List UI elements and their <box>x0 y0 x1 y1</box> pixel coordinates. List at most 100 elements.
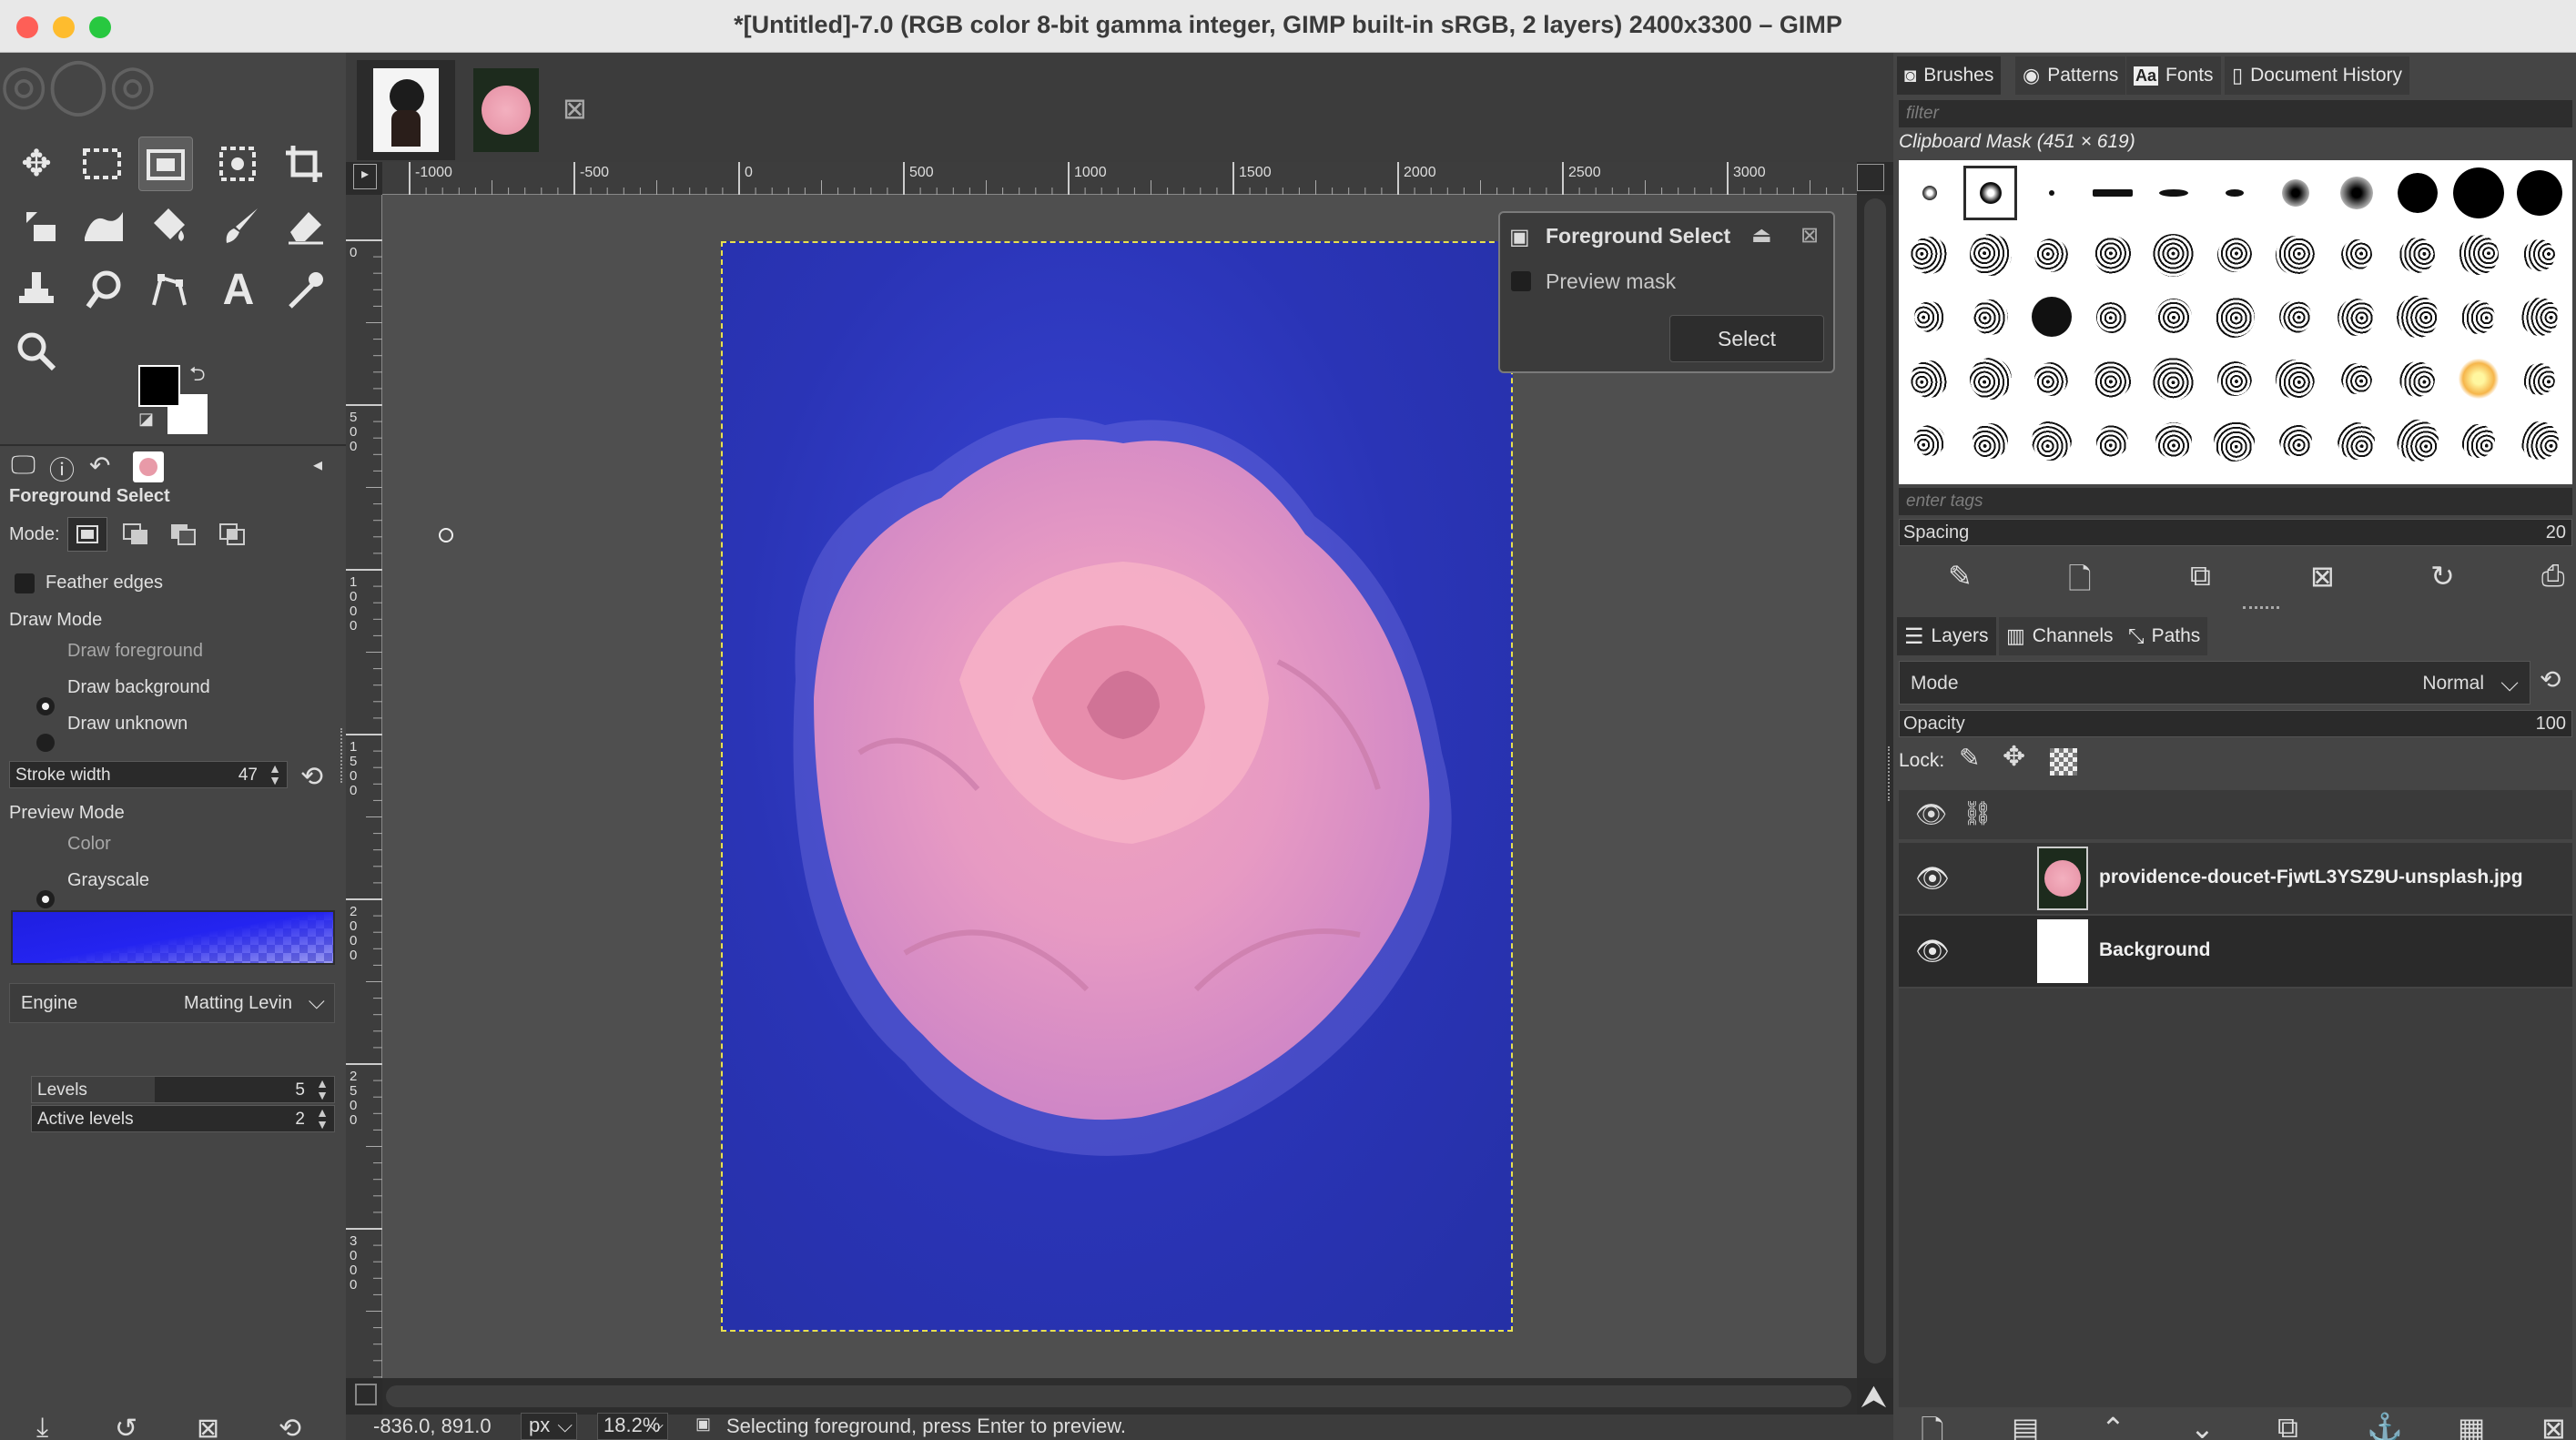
move-tool-icon[interactable]: ✥ <box>9 137 64 191</box>
device-status-tab-icon[interactable]: ⓘ <box>49 451 75 487</box>
clone-tool-icon[interactable] <box>9 262 64 317</box>
brush-preview[interactable] <box>2207 166 2261 220</box>
smudge-tool-icon[interactable] <box>76 262 131 317</box>
brush-preview[interactable] <box>2451 413 2505 468</box>
brush-preview[interactable] <box>2146 166 2200 220</box>
fuzzy-select-tool-icon[interactable] <box>211 137 266 191</box>
brush-preview[interactable] <box>2390 228 2444 282</box>
rect-select-tool-icon[interactable] <box>75 137 129 191</box>
brush-preview[interactable] <box>2268 228 2322 282</box>
eye-icon[interactable]: 👁 <box>1915 863 1950 895</box>
brush-preview[interactable] <box>2146 413 2200 468</box>
brush-preview[interactable] <box>2512 289 2566 344</box>
brush-filter-input[interactable]: filter <box>1899 100 2572 127</box>
reset-mode-icon[interactable]: ⟲ <box>2540 664 2561 695</box>
brush-preview[interactable] <box>2085 289 2139 344</box>
warp-tool-icon[interactable] <box>76 198 131 253</box>
select-button[interactable]: Select <box>1669 315 1824 362</box>
brush-preview[interactable] <box>1963 413 2017 468</box>
vertical-scroll-thumb[interactable] <box>1864 198 1886 1364</box>
brush-preview[interactable] <box>2329 166 2383 220</box>
brush-preview[interactable] <box>2451 351 2505 406</box>
spacing-spinner[interactable]: Spacing 20 <box>1899 519 2572 546</box>
mask-color-button[interactable] <box>11 910 335 965</box>
brush-preview[interactable] <box>2207 351 2261 406</box>
mask-layer-icon[interactable]: ▦ <box>2458 1411 2485 1440</box>
bucket-fill-tool-icon[interactable] <box>142 198 197 253</box>
image-with-mask-overlay[interactable] <box>721 241 1513 1332</box>
brush-preview[interactable] <box>1902 289 1956 344</box>
brush-preview[interactable] <box>2329 413 2383 468</box>
brush-preview[interactable] <box>1902 166 1956 220</box>
delete-brush-icon[interactable]: ⊠ <box>2310 559 2335 593</box>
brush-preview[interactable] <box>2268 166 2322 220</box>
duplicate-layer-icon[interactable]: ⧉ <box>2277 1411 2298 1440</box>
lock-pixels-icon[interactable]: ✎ <box>1959 743 1980 773</box>
brush-preview[interactable] <box>2329 289 2383 344</box>
images-tab-icon[interactable] <box>133 451 164 482</box>
eye-icon[interactable]: 👁 <box>1915 936 1950 968</box>
delete-options-icon[interactable]: ⊠ <box>197 1413 219 1440</box>
brush-preview[interactable] <box>2024 166 2078 220</box>
brush-preview[interactable] <box>2268 289 2322 344</box>
mode-intersect-button[interactable] <box>215 519 251 550</box>
brush-preview[interactable] <box>1963 166 2017 220</box>
brush-preview[interactable] <box>2146 351 2200 406</box>
navigate-icon[interactable]: ⮝ <box>1861 1380 1887 1415</box>
brush-preview[interactable] <box>2451 228 2505 282</box>
swap-colors-icon[interactable]: ⮌ <box>189 359 206 393</box>
brush-preview[interactable] <box>2085 351 2139 406</box>
brush-preview[interactable] <box>1902 228 1956 282</box>
feather-edges-checkbox[interactable] <box>15 573 35 593</box>
delete-layer-icon[interactable]: ⊠ <box>2541 1411 2566 1440</box>
horizontal-scrollbar[interactable] <box>382 1378 1857 1415</box>
brush-preview[interactable] <box>2146 228 2200 282</box>
paintbrush-tool-icon[interactable] <box>215 198 269 253</box>
lock-alpha-icon[interactable] <box>2050 748 2077 776</box>
tab-patterns[interactable]: ◉ Patterns <box>2015 56 2126 95</box>
brush-preview[interactable] <box>2512 351 2566 406</box>
opacity-spinner[interactable]: Opacity 100 <box>1899 710 2572 737</box>
draw-foreground-radio[interactable] <box>36 697 55 715</box>
image-tab-rose[interactable] <box>457 60 555 160</box>
raise-layer-icon[interactable]: ⌃ <box>2101 1411 2125 1440</box>
color-picker-tool-icon[interactable] <box>279 262 333 317</box>
duplicate-brush-icon[interactable]: ⧉ <box>2190 559 2211 593</box>
tab-paths[interactable]: ⤡ Paths <box>2121 617 2208 655</box>
brush-preview[interactable] <box>2390 351 2444 406</box>
quick-mask-corner-icon[interactable]: ▸ <box>353 164 377 189</box>
close-tab-icon[interactable]: ⊠ <box>563 91 587 126</box>
layer-row[interactable]: 👁 Background <box>1899 916 2572 987</box>
brush-preview[interactable] <box>2207 228 2261 282</box>
layer-row[interactable]: 👁 providence-doucet-FjwtL3YSZ9U-unsplash… <box>1899 843 2572 914</box>
unit-select[interactable]: px ⌵ <box>521 1413 577 1440</box>
brush-preview[interactable] <box>2451 289 2505 344</box>
tab-channels[interactable]: ▥ Channels <box>1999 617 2121 655</box>
brush-preview[interactable] <box>2085 413 2139 468</box>
brush-preview[interactable] <box>2024 413 2078 468</box>
edit-brush-icon[interactable]: ✎ <box>1948 559 1973 593</box>
close-dialog-icon[interactable]: ⊠ <box>1800 222 1819 248</box>
spinner-arrows-icon[interactable]: ▲ ▼ <box>316 1077 329 1101</box>
quick-mask-toggle-icon[interactable] <box>355 1384 377 1405</box>
lower-layer-icon[interactable]: ⌄ <box>2190 1411 2215 1440</box>
active-levels-spinner[interactable]: Active levels 2 ▲ ▼ <box>31 1105 335 1132</box>
tool-options-tab-icon[interactable]: 🖵 <box>11 451 35 481</box>
open-as-image-icon[interactable]: ⎙ <box>2541 559 2565 593</box>
text-tool-icon[interactable]: A <box>211 262 266 317</box>
draw-background-radio[interactable] <box>36 734 55 752</box>
restore-options-icon[interactable]: ↺ <box>115 1413 137 1440</box>
default-colors-icon[interactable]: ◪ <box>138 410 154 429</box>
reset-options-icon[interactable]: ⟲ <box>279 1413 301 1440</box>
brush-preview[interactable] <box>1963 289 2017 344</box>
tab-brushes[interactable]: ◙ Brushes <box>1897 56 2002 95</box>
preview-color-radio[interactable] <box>36 890 55 908</box>
stroke-width-spinner[interactable]: Stroke width 47 ▲ ▼ <box>9 761 288 788</box>
brush-preview[interactable] <box>1902 351 1956 406</box>
tags-input[interactable]: enter tags <box>1899 488 2572 515</box>
brush-preview[interactable] <box>2268 351 2322 406</box>
lock-position-icon[interactable]: ✥ <box>2003 741 2025 773</box>
mode-subtract-button[interactable] <box>166 519 202 550</box>
brush-preview[interactable] <box>2024 289 2078 344</box>
brush-preview[interactable] <box>2451 166 2505 220</box>
